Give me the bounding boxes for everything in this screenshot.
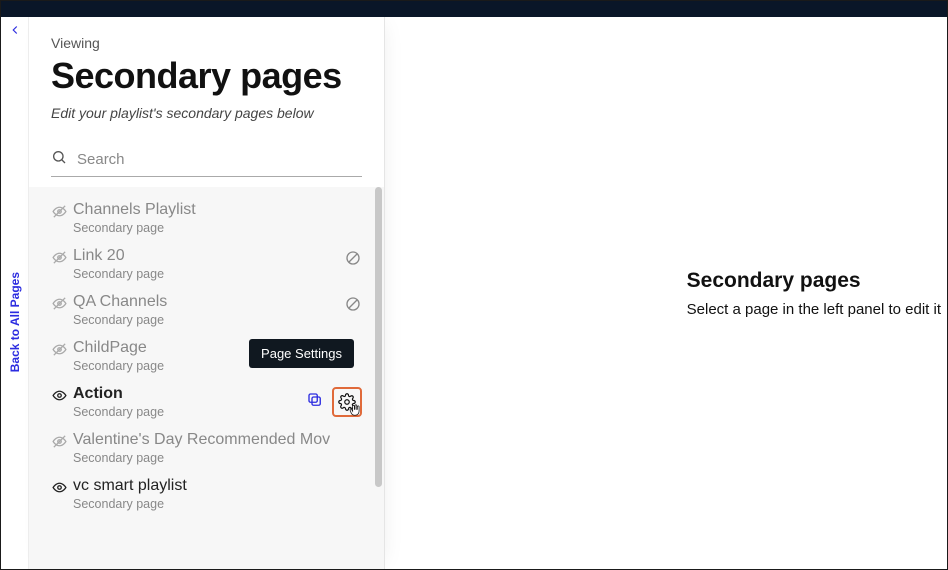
eye-off-icon xyxy=(51,201,73,225)
top-bar xyxy=(1,1,947,17)
search-input[interactable] xyxy=(77,151,362,168)
back-rail-label: Back to All Pages xyxy=(8,272,22,372)
eye-off-icon xyxy=(51,339,73,363)
panel-header: Viewing Secondary pages Edit your playli… xyxy=(29,17,384,129)
search-field[interactable] xyxy=(51,143,362,177)
page-sub: Secondary page xyxy=(73,405,306,419)
back-to-all-pages-rail[interactable]: Back to All Pages xyxy=(1,17,29,569)
eye-icon xyxy=(51,477,73,501)
search-wrap xyxy=(29,129,384,187)
page-sub: Secondary page xyxy=(73,221,362,235)
page-name: vc smart playlist xyxy=(73,477,362,495)
chevron-left-icon xyxy=(8,23,22,42)
blocked-icon xyxy=(344,295,362,318)
page-name: Channels Playlist xyxy=(73,201,362,219)
eye-icon xyxy=(51,385,73,409)
right-subtitle: Select a page in the left panel to edit … xyxy=(687,301,941,318)
list-item[interactable]: Link 20 Secondary page xyxy=(29,241,384,287)
right-title: Secondary pages xyxy=(687,269,941,293)
page-sub: Secondary page xyxy=(73,497,362,511)
right-panel: Secondary pages Select a page in the lef… xyxy=(385,17,947,569)
viewing-label: Viewing xyxy=(51,35,362,51)
page-title: Secondary pages xyxy=(51,55,362,97)
list-item[interactable]: QA Channels Secondary page xyxy=(29,287,384,333)
page-sub: Secondary page xyxy=(73,451,362,465)
cursor-hand-icon xyxy=(348,403,362,417)
list-item[interactable]: vc smart playlist Secondary page xyxy=(29,471,384,517)
page-sub: Secondary page xyxy=(73,313,344,327)
blocked-icon xyxy=(344,249,362,272)
duplicate-icon[interactable] xyxy=(306,391,324,414)
list-item[interactable]: ChildPage Secondary page Page Settings xyxy=(29,333,384,379)
page-name: Action xyxy=(73,385,306,403)
page-name: Valentine's Day Recommended Mov xyxy=(73,431,362,449)
list-item[interactable]: Valentine's Day Recommended Mov Secondar… xyxy=(29,425,384,471)
page-settings-button[interactable] xyxy=(332,387,362,417)
search-icon xyxy=(51,149,77,170)
list-item[interactable]: Channels Playlist Secondary page xyxy=(29,195,384,241)
page-name: QA Channels xyxy=(73,293,344,311)
eye-off-icon xyxy=(51,431,73,455)
left-panel: Viewing Secondary pages Edit your playli… xyxy=(29,17,385,569)
main-area: Back to All Pages Viewing Secondary page… xyxy=(1,17,947,569)
page-settings-tooltip: Page Settings xyxy=(249,339,354,368)
list-item[interactable]: Action Secondary page xyxy=(29,379,384,425)
eye-off-icon xyxy=(51,247,73,271)
eye-off-icon xyxy=(51,293,73,317)
page-sub: Secondary page xyxy=(73,267,344,281)
panel-subtitle: Edit your playlist's secondary pages bel… xyxy=(51,105,362,121)
page-list: Channels Playlist Secondary page Link 20… xyxy=(29,187,384,569)
page-name: Link 20 xyxy=(73,247,344,265)
